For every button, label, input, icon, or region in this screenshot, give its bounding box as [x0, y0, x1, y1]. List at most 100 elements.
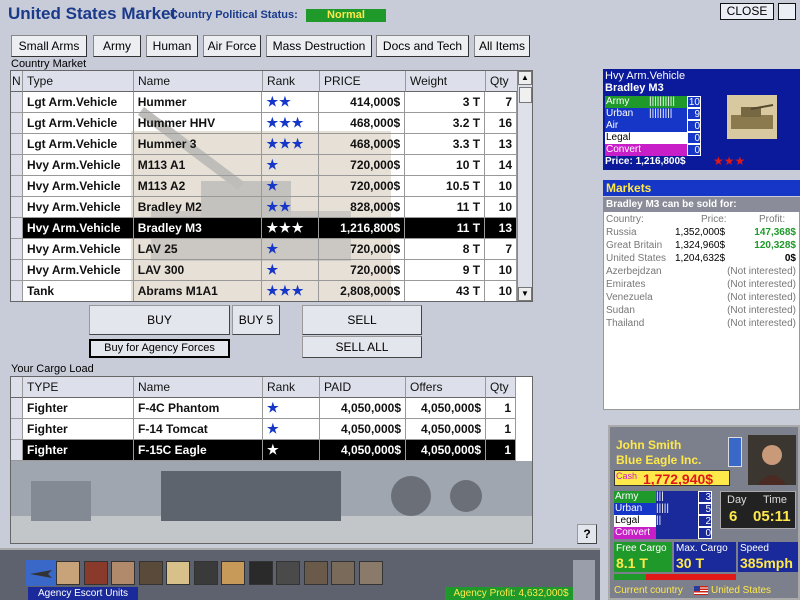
escort-unit-portrait[interactable] — [83, 561, 108, 585]
sell-button[interactable]: SELL — [302, 305, 422, 335]
cargo-col-qty[interactable]: Qty — [486, 377, 516, 398]
market-header-row: N Type Name Rank PRICE Weight Qty — [11, 71, 532, 92]
buy-button[interactable]: BUY — [89, 305, 230, 335]
pipe-decoration — [573, 560, 595, 600]
cell-weight: 3.2 T — [405, 113, 486, 134]
escort-unit-portrait[interactable] — [56, 561, 80, 585]
escort-unit-portrait[interactable] — [358, 561, 383, 585]
cell-weight: 43 T — [405, 281, 486, 301]
cargo-header-row: TYPE Name Rank PAID Offers Qty — [11, 377, 516, 398]
cell-price: 720,000$ — [319, 260, 406, 281]
escort-unit-portrait[interactable] — [276, 561, 300, 585]
table-row[interactable]: Hvy Arm.Vehicle M113 A2 ★ 720,000$ 10.5 T 10 — [11, 176, 517, 197]
sell-all-button[interactable]: SELL ALL — [302, 336, 422, 358]
tab-human[interactable]: Human — [146, 35, 198, 57]
time-label: Time — [763, 494, 788, 506]
buy-for-agency-button[interactable]: Buy for Agency Forces — [89, 339, 230, 358]
cell-rank: ★ — [263, 440, 320, 461]
tab-docs-and-tech[interactable]: Docs and Tech — [376, 35, 469, 57]
close-button[interactable]: CLOSE — [720, 3, 774, 20]
market-row[interactable]: Thailand (Not interested) — [603, 318, 800, 331]
buy-5-button[interactable]: BUY 5 — [232, 305, 280, 335]
escort-unit-portrait[interactable] — [166, 561, 190, 585]
market-profit: (Not interested) — [727, 279, 796, 290]
tab-army[interactable]: Army — [93, 35, 141, 57]
tab-small-arms[interactable]: Small Arms — [11, 35, 87, 57]
cell-offer: 4,050,000$ — [406, 440, 486, 461]
market-row[interactable]: Great Britain 1,324,960$ 120,328$ — [603, 240, 800, 253]
player-stat-label: Legal — [614, 515, 656, 527]
table-row[interactable]: Lgt Arm.Vehicle Hummer 3 ★★★ 468,000$ 3.3 T1… — [11, 134, 517, 155]
cargo-row[interactable]: Fighter F-14 Tomcat ★ 4,050,000$ 4,050,000$ 1 — [11, 419, 516, 440]
free-cargo-box: Free Cargo 8.1 T — [614, 542, 672, 572]
cargo-col-type[interactable]: TYPE — [23, 377, 134, 398]
tab-air-force[interactable]: Air Force — [203, 35, 261, 57]
cell-name: Bradley M2 — [133, 197, 263, 218]
escort-unit-portrait[interactable] — [221, 561, 245, 585]
table-row[interactable]: Hvy Arm.Vehicle LAV 300 ★ 720,000$ 9 T 10 — [11, 260, 517, 281]
cargo-row[interactable]: Fighter F-15C Eagle ★ 4,050,000$ 4,050,000$ 1 — [11, 440, 516, 461]
cell-qty: 1 — [486, 419, 516, 440]
col-type[interactable]: Type — [23, 71, 134, 92]
cell-weight: 3.3 T — [405, 134, 486, 155]
col-weight[interactable]: Weight — [406, 71, 486, 92]
escort-unit-portrait[interactable] — [303, 561, 328, 585]
table-row[interactable]: Tank Abrams M1A1 ★★★ 2,808,000$ 43 T 10 — [11, 281, 517, 301]
table-row[interactable]: Hvy Arm.Vehicle M113 A1 ★ 720,000$ 10 T 14 — [11, 155, 517, 176]
scroll-thumb[interactable] — [519, 87, 532, 103]
cargo-col-rank[interactable]: Rank — [263, 377, 320, 398]
market-profit: 147,368$ — [754, 227, 796, 238]
row-marker — [11, 134, 23, 155]
markets-col-price: Price: — [701, 214, 727, 225]
cell-weight: 11 T — [405, 197, 486, 218]
col-name[interactable]: Name — [134, 71, 263, 92]
table-row[interactable]: Hvy Arm.Vehicle Bradley M2 ★★ 828,000$ 11 T1… — [11, 197, 517, 218]
cell-rank: ★★ — [262, 92, 320, 113]
escort-unit-portrait[interactable] — [193, 561, 218, 585]
col-qty[interactable]: Qty — [486, 71, 518, 92]
market-row[interactable]: Russia 1,352,000$ 147,368$ — [603, 227, 800, 240]
cargo-col-name[interactable]: Name — [134, 377, 263, 398]
market-row[interactable]: Sudan (Not interested) — [603, 305, 800, 318]
help-button[interactable]: ? — [577, 524, 597, 544]
bradley-vehicle-icon — [727, 95, 777, 139]
market-row[interactable]: Azerbejdzan (Not interested) — [603, 266, 800, 279]
market-row[interactable]: Emirates (Not interested) — [603, 279, 800, 292]
cargo-col-offers[interactable]: Offers — [406, 377, 486, 398]
escort-unit-portrait[interactable] — [248, 561, 273, 585]
col-n[interactable]: N — [11, 71, 23, 92]
market-row[interactable]: Venezuela (Not interested) — [603, 292, 800, 305]
cargo-col-paid[interactable]: PAID — [320, 377, 406, 398]
escort-unit-portrait[interactable] — [111, 561, 135, 585]
scroll-down-icon[interactable]: ▼ — [518, 287, 532, 301]
markets-col-country: Country: — [606, 214, 644, 225]
plane-icon[interactable] — [26, 560, 56, 586]
escort-unit-portrait[interactable] — [331, 561, 355, 585]
cargo-bar-used — [646, 574, 736, 580]
cell-name: LAV 300 — [133, 260, 263, 281]
extra-button[interactable] — [778, 3, 796, 20]
table-row[interactable]: Lgt Arm.Vehicle Hummer ★★ 414,000$ 3 T7 — [11, 92, 517, 113]
cargo-row[interactable]: Fighter F-4C Phantom ★ 4,050,000$ 4,050,000$… — [11, 398, 516, 419]
vehicle-stat-label: Legal — [605, 132, 649, 144]
cell-qty: 10 — [485, 281, 517, 301]
cell-type: Lgt Arm.Vehicle — [22, 134, 134, 155]
market-scrollbar[interactable]: ▲ ▼ — [517, 71, 532, 301]
vehicle-stat-row: Army |||||||||| 10 — [605, 96, 703, 108]
table-row[interactable]: Lgt Arm.Vehicle Hummer HHV ★★★ 468,000$ 3.2 … — [11, 113, 517, 134]
scroll-up-icon[interactable]: ▲ — [518, 71, 532, 85]
cell-name: LAV 25 — [133, 239, 263, 260]
escort-unit-portrait[interactable] — [138, 561, 163, 585]
col-rank[interactable]: Rank — [263, 71, 320, 92]
tab-all-items[interactable]: All Items — [474, 35, 530, 57]
cell-name: Hummer — [133, 92, 263, 113]
table-row[interactable]: Hvy Arm.Vehicle LAV 25 ★ 720,000$ 8 T7 — [11, 239, 517, 260]
cargo-table: TYPE Name Rank PAID Offers Qty Fighter F-… — [10, 376, 533, 544]
market-row[interactable]: United States 1,204,632$ 0$ — [603, 253, 800, 266]
cell-type: Fighter — [23, 440, 134, 461]
cell-qty: 10 — [485, 176, 517, 197]
table-row[interactable]: Hvy Arm.Vehicle Bradley M3 ★★★ 1,216,800$ 11… — [11, 218, 517, 239]
tab-mass-destruction[interactable]: Mass Destruction — [266, 35, 372, 57]
col-price[interactable]: PRICE — [320, 71, 406, 92]
row-marker — [11, 440, 23, 461]
